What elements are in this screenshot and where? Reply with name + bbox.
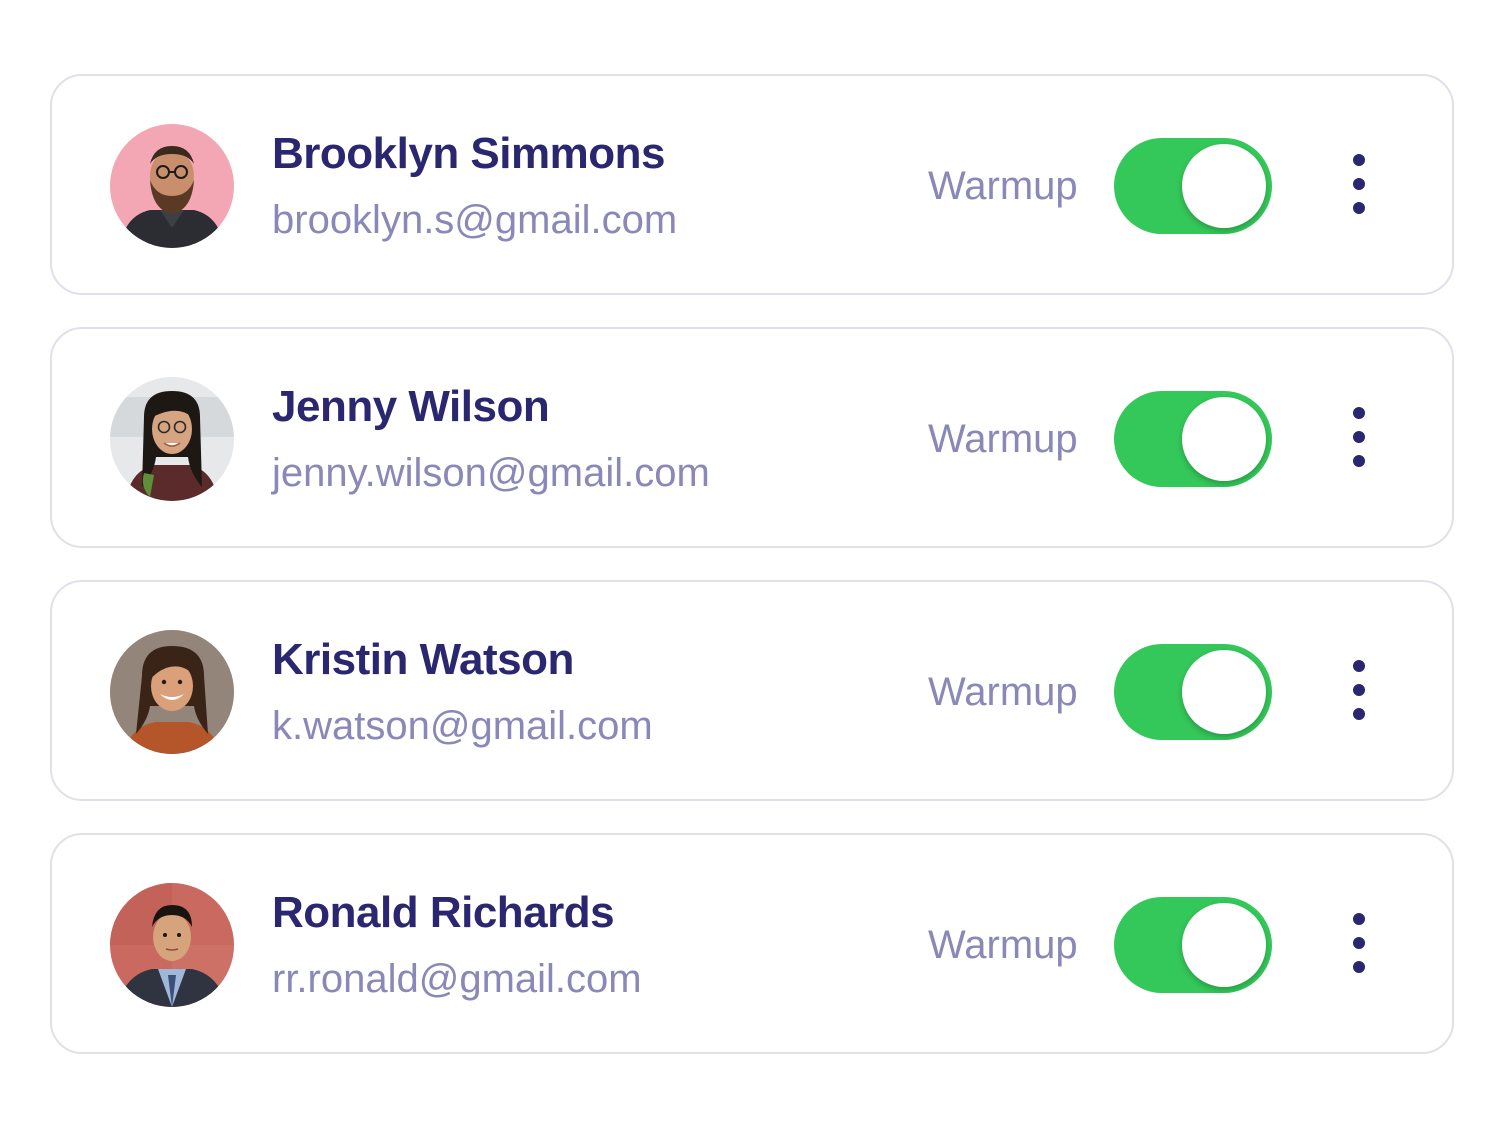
account-name: Kristin Watson: [272, 635, 574, 684]
account-email: brooklyn.s@gmail.com: [272, 198, 678, 242]
more-vertical-icon[interactable]: [1334, 913, 1384, 977]
account-email: k.watson@gmail.com: [272, 704, 653, 748]
more-vertical-icon[interactable]: [1334, 660, 1384, 724]
account-email: rr.ronald@gmail.com: [272, 957, 642, 1001]
avatar: [110, 630, 234, 754]
account-card: Kristin Watson k.watson@gmail.com Warmup: [50, 580, 1454, 801]
warmup-toggle[interactable]: [1114, 644, 1272, 740]
account-name: Jenny Wilson: [272, 382, 550, 431]
warmup-label: Warmup: [928, 417, 1078, 461]
avatar: [110, 377, 234, 501]
account-name: Brooklyn Simmons: [272, 129, 665, 178]
toggle-knob: [1182, 397, 1266, 481]
warmup-toggle[interactable]: [1114, 138, 1272, 234]
toggle-knob: [1182, 144, 1266, 228]
account-name: Ronald Richards: [272, 888, 615, 937]
account-card: Brooklyn Simmons brooklyn.s@gmail.com Wa…: [50, 74, 1454, 295]
account-email: jenny.wilson@gmail.com: [272, 451, 710, 495]
warmup-label: Warmup: [928, 923, 1078, 967]
account-card: Jenny Wilson jenny.wilson@gmail.com Warm…: [50, 327, 1454, 548]
account-list: Brooklyn Simmons brooklyn.s@gmail.com Wa…: [50, 74, 1454, 1086]
warmup-label: Warmup: [928, 164, 1078, 208]
warmup-toggle[interactable]: [1114, 391, 1272, 487]
more-vertical-icon[interactable]: [1334, 407, 1384, 471]
account-card: Ronald Richards rr.ronald@gmail.com Warm…: [50, 833, 1454, 1054]
avatar: [110, 124, 234, 248]
warmup-label: Warmup: [928, 670, 1078, 714]
warmup-toggle[interactable]: [1114, 897, 1272, 993]
toggle-knob: [1182, 650, 1266, 734]
more-vertical-icon[interactable]: [1334, 154, 1384, 218]
avatar: [110, 883, 234, 1007]
toggle-knob: [1182, 903, 1266, 987]
